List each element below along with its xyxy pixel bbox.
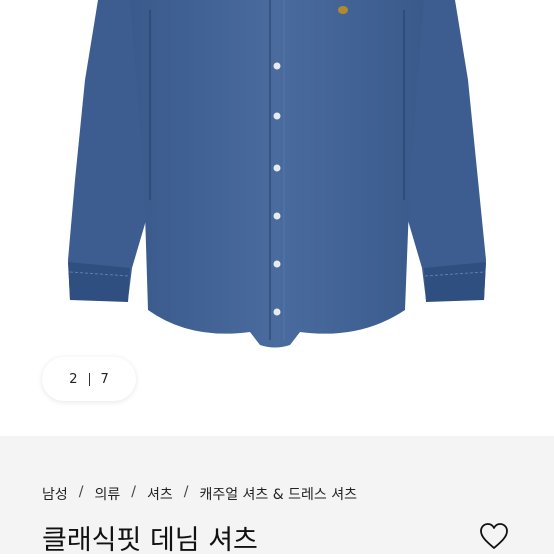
product-info: 남성 / 의류 / 셔츠 / 캐주얼 셔츠 & 드레스 셔츠 클래식핏 데님 셔… bbox=[0, 436, 554, 556]
breadcrumb-item-clothing[interactable]: 의류 bbox=[94, 484, 120, 504]
counter-divider bbox=[88, 372, 90, 386]
image-counter: 2 7 bbox=[42, 357, 136, 401]
breadcrumb: 남성 / 의류 / 셔츠 / 캐주얼 셔츠 & 드레스 셔츠 bbox=[42, 484, 357, 504]
breadcrumb-item-men[interactable]: 남성 bbox=[42, 484, 68, 504]
breadcrumb-separator: / bbox=[78, 484, 84, 500]
breadcrumb-item-casual-dress-shirts[interactable]: 캐주얼 셔츠 & 드레스 셔츠 bbox=[199, 484, 357, 504]
product-gallery[interactable]: 2 7 bbox=[0, 0, 554, 436]
heart-outline-icon[interactable] bbox=[478, 521, 510, 551]
product-title: 클래식핏 데님 셔츠 bbox=[42, 525, 258, 556]
total-image-count: 7 bbox=[100, 371, 109, 387]
breadcrumb-separator: / bbox=[131, 484, 136, 500]
current-image-index: 2 bbox=[69, 371, 78, 387]
breadcrumb-separator: / bbox=[183, 484, 189, 500]
breadcrumb-item-shirts[interactable]: 셔츠 bbox=[147, 484, 173, 504]
